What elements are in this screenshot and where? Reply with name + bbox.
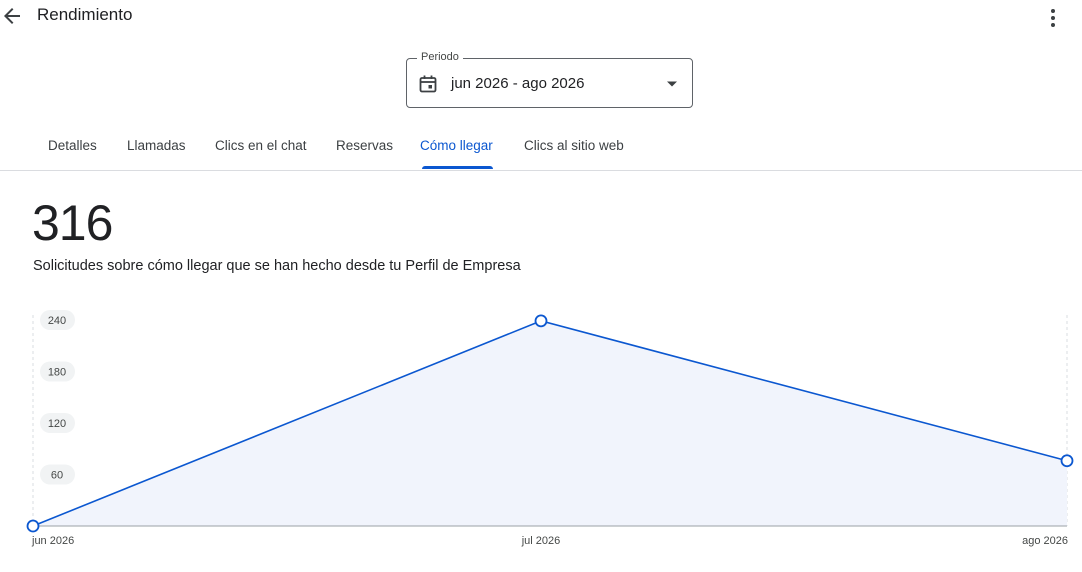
y-tick-label: 180 bbox=[48, 367, 66, 379]
x-axis-ticks: jun 2026 jul 2026 ago 2026 bbox=[31, 535, 1068, 547]
calendar-icon bbox=[419, 75, 437, 93]
tab-bar: Detalles Llamadas Clics en el chat Reser… bbox=[0, 128, 1082, 171]
data-point-0[interactable] bbox=[26, 519, 40, 533]
x-tick-label-2: ago 2026 bbox=[1022, 535, 1068, 547]
y-tick-label: 120 bbox=[48, 418, 66, 430]
page-title: Rendimiento bbox=[37, 5, 133, 24]
data-point-2[interactable] bbox=[1060, 454, 1074, 468]
period-select[interactable]: Periodo jun 2026 - ago 2026 bbox=[406, 51, 693, 108]
directions-chart: 60 120 180 240 jun 2026 jul 2026 ago 2026 bbox=[26, 310, 1074, 547]
tab-clics-en-el-chat[interactable]: Clics en el chat bbox=[215, 138, 307, 153]
tab-detalles[interactable]: Detalles bbox=[48, 138, 97, 153]
metric-value: 316 bbox=[32, 195, 113, 251]
y-tick-label: 240 bbox=[48, 315, 66, 327]
y-tick-label: 60 bbox=[51, 470, 63, 482]
tab-clics-al-sitio-web[interactable]: Clics al sitio web bbox=[524, 138, 624, 153]
period-label: Periodo bbox=[417, 51, 463, 63]
y-axis-ticks: 60 120 180 240 bbox=[40, 310, 75, 485]
tab-llamadas[interactable]: Llamadas bbox=[127, 138, 186, 153]
y-tick-3: 240 bbox=[40, 310, 75, 330]
tab-reservas[interactable]: Reservas bbox=[336, 138, 393, 153]
y-tick-1: 120 bbox=[40, 413, 75, 433]
y-tick-2: 180 bbox=[40, 361, 75, 382]
active-tab-indicator bbox=[422, 166, 493, 169]
chart-area bbox=[33, 320, 1067, 526]
y-tick-0: 60 bbox=[40, 464, 75, 485]
caret-down-icon bbox=[667, 81, 677, 87]
data-point-1[interactable] bbox=[534, 314, 548, 328]
tab-como-llegar[interactable]: Cómo llegar bbox=[420, 138, 493, 153]
x-tick-label-1: jul 2026 bbox=[521, 535, 561, 547]
metric-description: Solicitudes sobre cómo llegar que se han… bbox=[33, 258, 521, 274]
more-options-button[interactable] bbox=[1043, 6, 1063, 30]
x-tick-label-0: jun 2026 bbox=[31, 535, 74, 547]
back-button[interactable] bbox=[0, 4, 24, 28]
more-vert-icon bbox=[1051, 9, 1055, 27]
arrow-left-icon bbox=[4, 8, 20, 24]
period-value: jun 2026 - ago 2026 bbox=[451, 75, 585, 92]
